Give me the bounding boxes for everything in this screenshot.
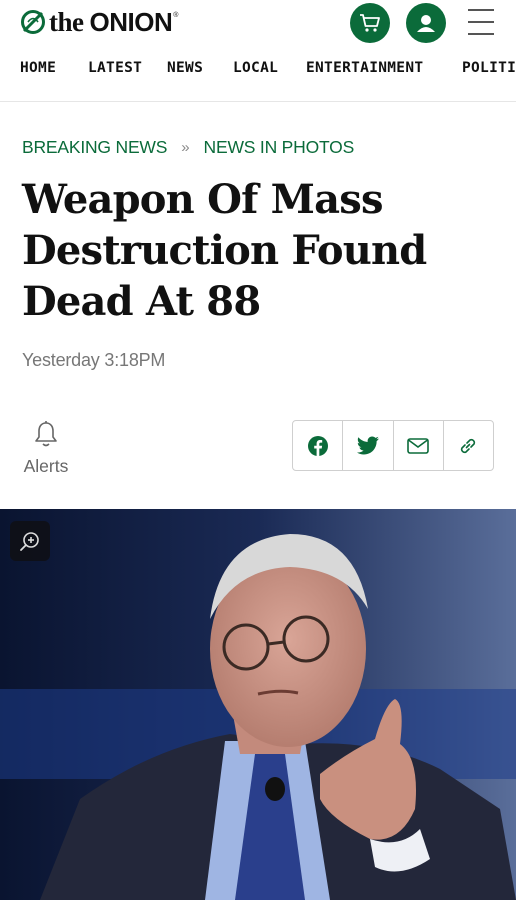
photo-illustration <box>0 509 516 900</box>
alerts-label: Alerts <box>23 456 69 476</box>
logo-onion-text: ONION <box>89 6 173 37</box>
cart-button[interactable] <box>350 3 390 43</box>
alerts-button[interactable]: Alerts <box>22 420 70 478</box>
nav-item-latest[interactable]: LATEST <box>88 60 142 76</box>
account-button[interactable] <box>406 3 446 43</box>
main-nav: HOME LATEST NEWS LOCAL ENTERTAINMENT POL… <box>0 58 516 82</box>
nav-item-news[interactable]: NEWS <box>167 60 203 76</box>
share-facebook-button[interactable] <box>293 421 344 470</box>
email-icon <box>407 437 429 454</box>
cart-icon <box>360 14 380 32</box>
breadcrumb-separator: » <box>181 138 190 156</box>
breadcrumb-news-in-photos[interactable]: NEWS IN PHOTOS <box>204 137 355 158</box>
share-buttons <box>292 420 494 471</box>
nav-item-home[interactable]: HOME <box>20 60 56 76</box>
share-twitter-button[interactable] <box>343 421 394 470</box>
site-header: the ONION ® <box>0 0 516 48</box>
facebook-icon <box>307 435 328 456</box>
bell-icon <box>35 421 57 447</box>
share-email-button[interactable] <box>394 421 444 470</box>
user-icon <box>417 15 435 32</box>
header-divider <box>0 101 516 102</box>
logo-the-text: the <box>49 6 84 37</box>
logo-registered-mark: ® <box>173 12 179 19</box>
site-logo[interactable]: the ONION ® <box>20 6 178 38</box>
hamburger-menu-icon[interactable] <box>466 9 496 37</box>
nav-item-local[interactable]: LOCAL <box>233 60 278 76</box>
share-link-button[interactable] <box>444 421 493 470</box>
twitter-icon <box>356 436 379 454</box>
nav-item-entertainment[interactable]: ENTERTAINMENT <box>306 60 423 76</box>
article-timestamp: Yesterday 3:18PM <box>22 350 166 370</box>
link-icon <box>461 438 476 453</box>
article-title: Weapon Of Mass Destruction Found Dead At… <box>22 176 427 325</box>
nav-item-politics[interactable]: POLITI <box>462 60 516 76</box>
breadcrumb-breaking-news[interactable]: BREAKING NEWS <box>22 137 167 158</box>
zoom-button[interactable] <box>10 521 50 561</box>
article-photo[interactable] <box>0 509 516 900</box>
breadcrumb: BREAKING NEWS » NEWS IN PHOTOS <box>22 136 354 158</box>
onion-globe-icon <box>21 10 45 34</box>
zoom-in-icon <box>20 532 39 551</box>
